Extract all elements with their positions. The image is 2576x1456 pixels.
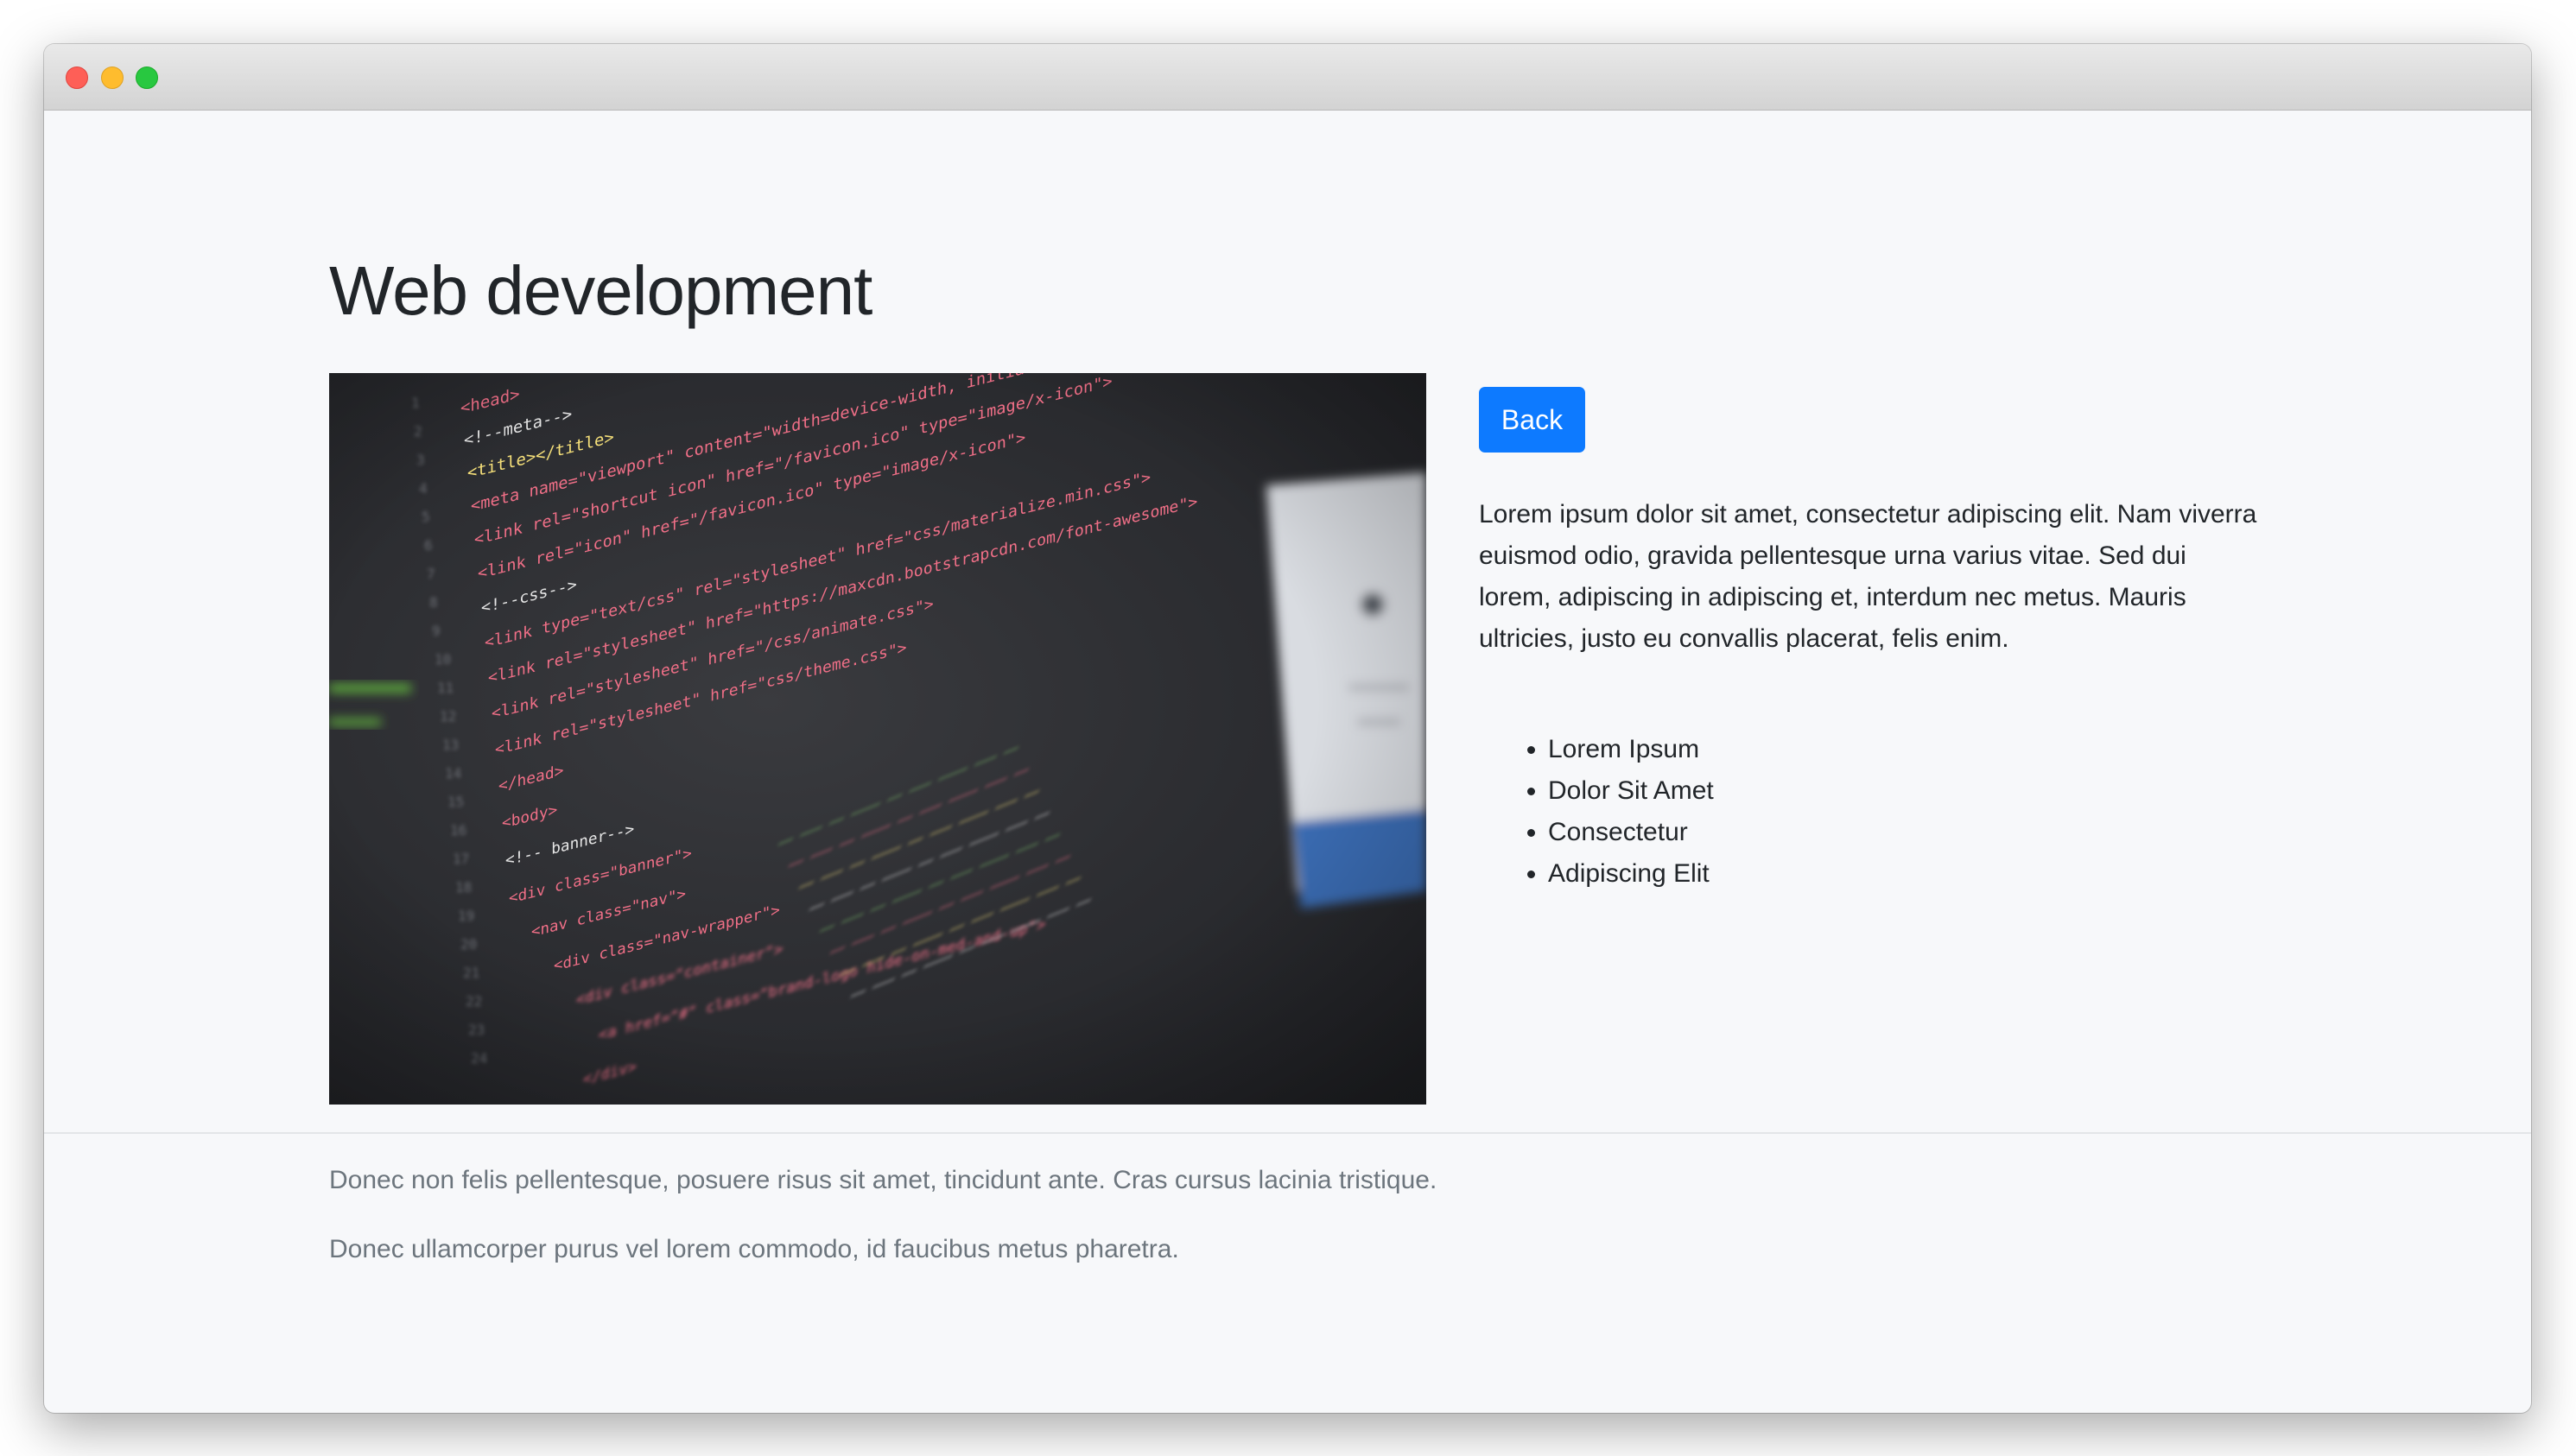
feature-list: Lorem Ipsum Dolor Sit Amet Consectetur A… [1479,729,1714,895]
list-item: Dolor Sit Amet [1548,770,1714,812]
hero-image: 123456789101112131415161718192021222324<… [329,373,1426,1105]
list-item: Consectetur [1548,812,1714,853]
maximize-icon[interactable] [136,66,158,89]
section-divider [44,1132,2531,1134]
minimize-icon[interactable] [101,66,124,89]
browser-window: Web development 123456789101112131415161… [44,44,2531,1413]
close-icon[interactable] [66,66,88,89]
back-button[interactable]: Back [1479,387,1585,453]
description-text: Lorem ipsum dolor sit amet, consectetur … [1479,500,2257,653]
window-titlebar [44,44,2531,111]
footer-text: Donec non felis pellentesque, posuere ri… [329,1166,1437,1194]
code-editor-image: 123456789101112131415161718192021222324<… [329,373,1426,1105]
footer-text: Donec ullamcorper purus vel lorem commod… [329,1235,1179,1263]
list-item: Adipiscing Elit [1548,853,1714,895]
page-title: Web development [329,252,872,329]
list-item: Lorem Ipsum [1548,729,1714,770]
